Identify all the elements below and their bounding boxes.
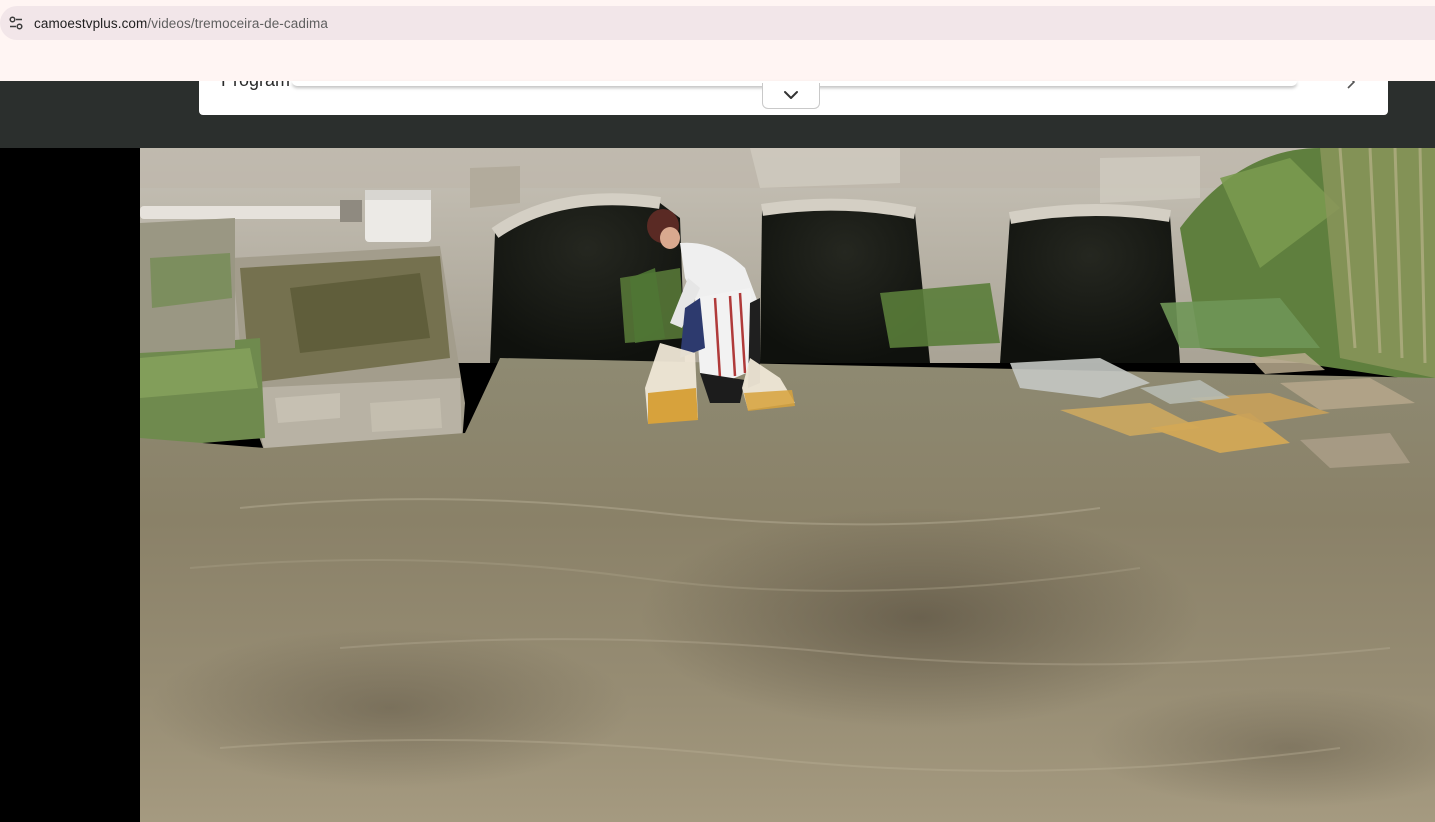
address-bar[interactable]: camoestvplus.com/videos/tremoceira-de-ca… <box>0 6 1435 40</box>
program-label: Program <box>221 81 290 91</box>
browser-toolbar: camoestvplus.com/videos/tremoceira-de-ca… <box>0 0 1435 81</box>
url-domain: camoestvplus.com <box>34 15 148 31</box>
chevron-right-icon[interactable] <box>1344 81 1358 89</box>
url-path: /videos/tremoceira-de-cadima <box>147 15 329 31</box>
tune-icon[interactable] <box>6 13 26 33</box>
video-frame[interactable] <box>140 148 1435 822</box>
expand-toggle-button[interactable] <box>762 83 820 109</box>
browser-window: camoestvplus.com/videos/tremoceira-de-ca… <box>0 0 1435 822</box>
chevron-down-icon <box>783 87 799 105</box>
url-text[interactable]: camoestvplus.com/videos/tremoceira-de-ca… <box>34 16 328 31</box>
video-player[interactable] <box>0 148 1435 822</box>
